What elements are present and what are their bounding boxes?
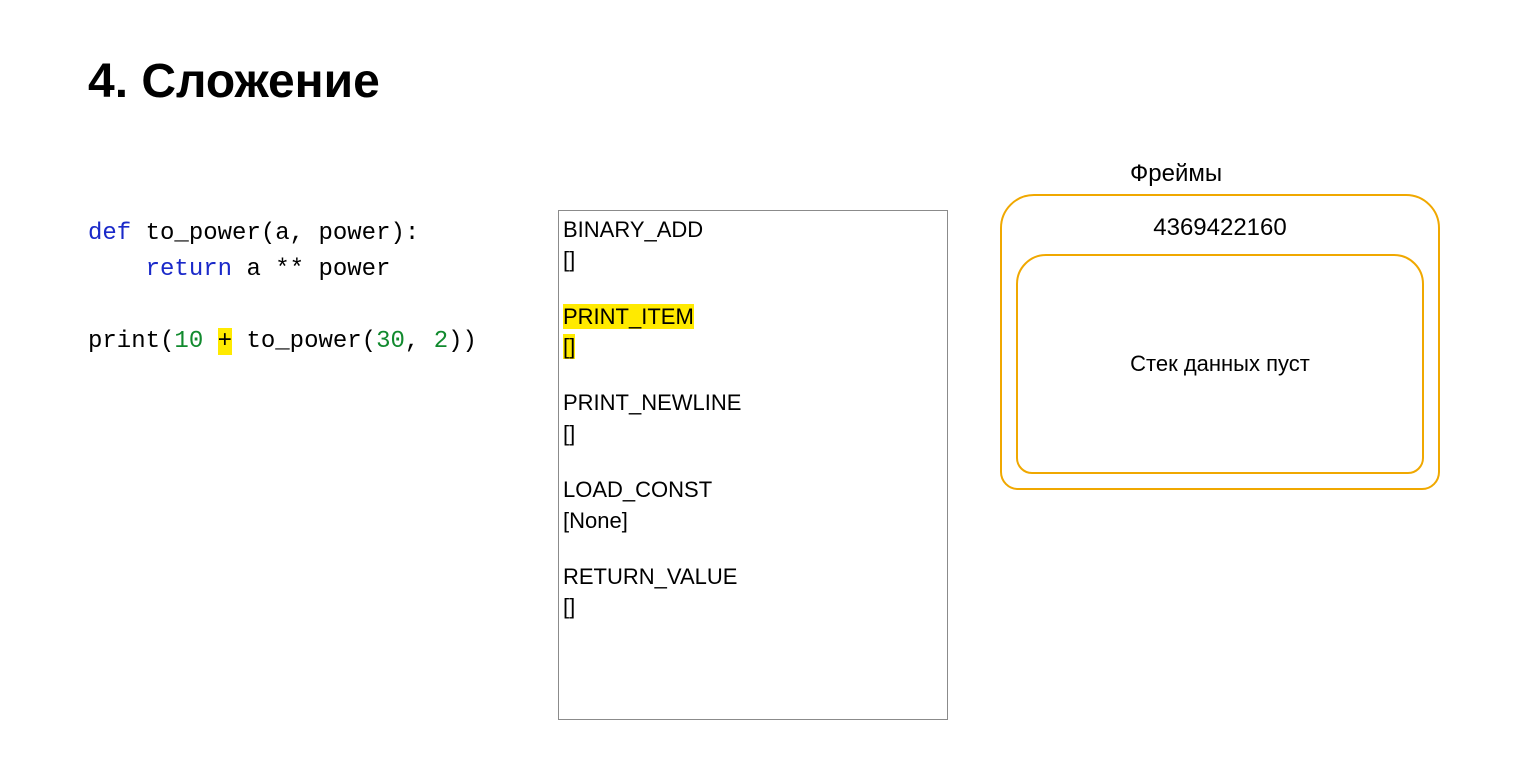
literal-2: 2: [434, 328, 448, 355]
function-params: (a, power):: [261, 220, 419, 247]
frame-outer: 4369422160 Стек данных пуст: [1000, 194, 1440, 490]
bytecode-arg: [None]: [563, 506, 943, 536]
bytecode-arg: []: [563, 332, 943, 362]
comma: ,: [405, 328, 434, 355]
bytecode-arg: []: [563, 419, 943, 449]
bytecode-arg: []: [563, 592, 943, 622]
to-power-call: to_power(: [246, 328, 376, 355]
bytecode-entry: BINARY_ADD []: [563, 215, 943, 276]
bytecode-op: BINARY_ADD: [563, 215, 943, 245]
frame-id: 4369422160: [1002, 214, 1438, 242]
bytecode-op: RETURN_VALUE: [563, 562, 943, 592]
keyword-def: def: [88, 220, 131, 247]
literal-30: 30: [376, 328, 405, 355]
return-expression: a ** power: [246, 256, 390, 283]
bytecode-box: BINARY_ADD [] PRINT_ITEM [] PRINT_NEWLIN…: [558, 210, 948, 720]
bytecode-entry-highlighted: PRINT_ITEM []: [563, 302, 943, 363]
keyword-return: return: [146, 256, 232, 283]
source-code: def to_power(a, power): return a ** powe…: [88, 216, 477, 360]
bytecode-op: PRINT_NEWLINE: [563, 388, 943, 418]
frame-inner: Стек данных пуст: [1016, 254, 1424, 474]
bytecode-entry: RETURN_VALUE []: [563, 562, 943, 623]
slide-title: 4. Сложение: [88, 54, 380, 109]
literal-10: 10: [174, 328, 203, 355]
bytecode-op: PRINT_ITEM: [563, 302, 943, 332]
print-call-end: )): [448, 328, 477, 355]
function-name: to_power: [146, 220, 261, 247]
frames-label: Фреймы: [1130, 160, 1222, 188]
bytecode-op: LOAD_CONST: [563, 475, 943, 505]
frame-empty-text: Стек данных пуст: [1130, 351, 1310, 377]
bytecode-arg: []: [563, 245, 943, 275]
print-call-start: print(: [88, 328, 174, 355]
bytecode-entry: LOAD_CONST [None]: [563, 475, 943, 536]
plus-operator-highlighted: +: [218, 328, 232, 355]
bytecode-entry: PRINT_NEWLINE []: [563, 388, 943, 449]
